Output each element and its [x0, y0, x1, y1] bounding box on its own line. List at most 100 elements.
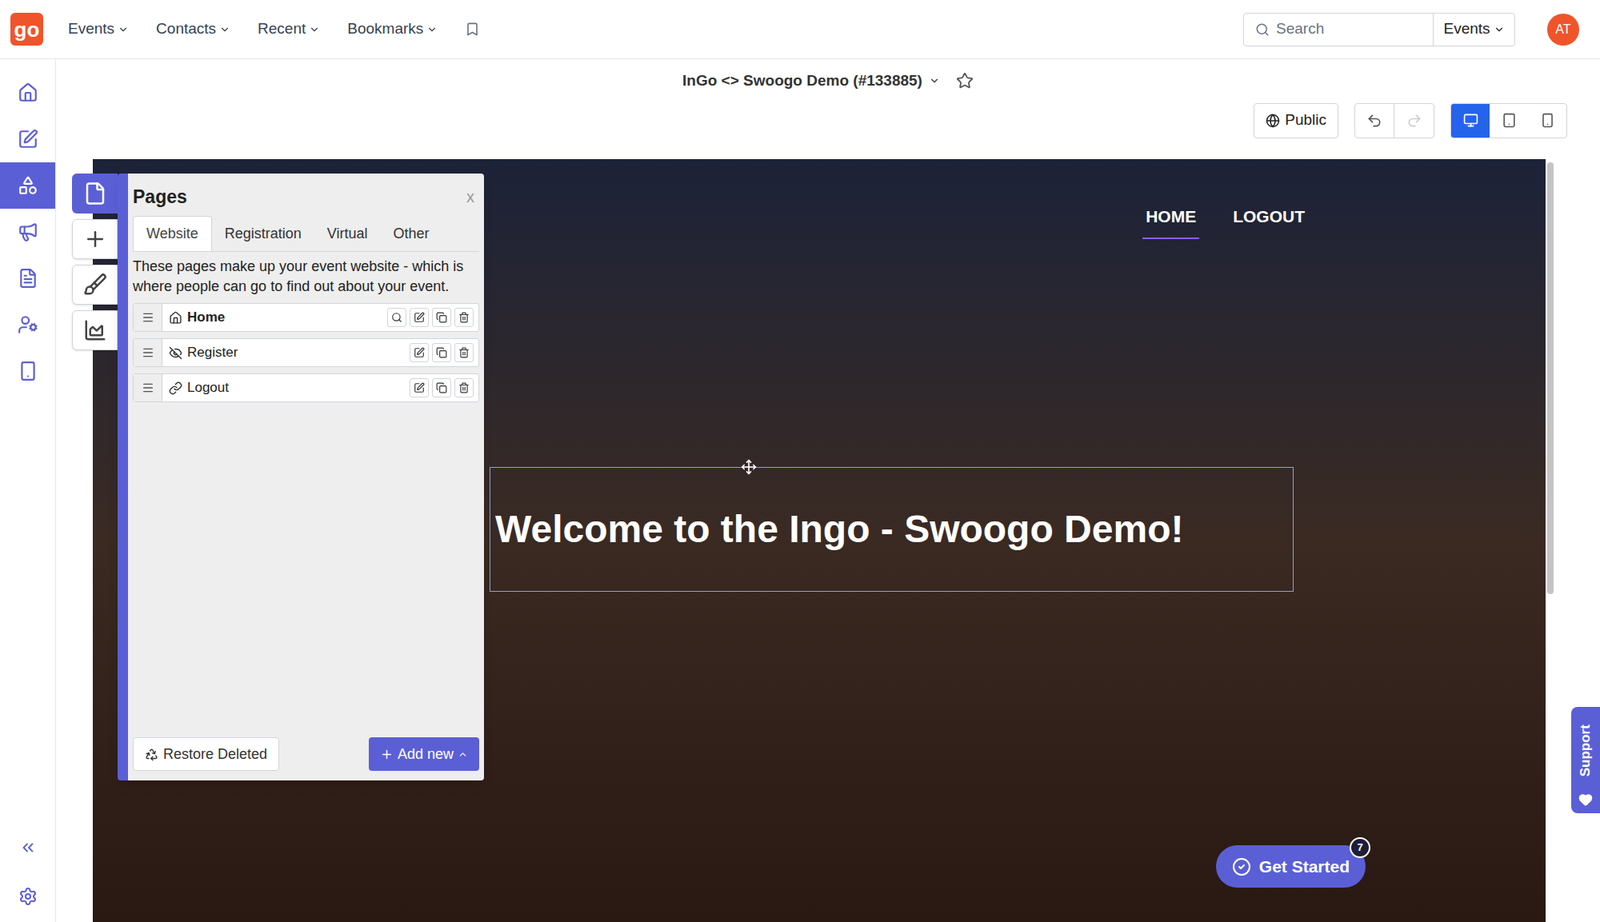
page-name[interactable]: Register: [187, 342, 238, 364]
panel-tool[interactable]: [72, 219, 118, 260]
tool-icon: [83, 318, 108, 343]
nav-menu[interactable]: Contacts: [156, 17, 231, 41]
page-action-button[interactable]: [432, 308, 452, 328]
globe-icon: [1265, 113, 1280, 128]
bookmark-icon[interactable]: [464, 21, 480, 37]
page-action-button[interactable]: [409, 308, 429, 328]
device-icon: [1540, 112, 1556, 128]
site-nav-item[interactable]: HOME: [1142, 204, 1200, 240]
panel-tab[interactable]: Other: [380, 216, 442, 252]
device-toggle[interactable]: [1489, 104, 1528, 138]
caret-icon: [457, 749, 468, 760]
page-kind-icon: [168, 381, 183, 396]
visibility-button[interactable]: Public: [1253, 103, 1339, 139]
app: go Events Contacts Recent Bookmarks Search Eve…: [0, 0, 1600, 922]
undo-icon: [1366, 112, 1383, 129]
page-action-button[interactable]: [432, 378, 452, 398]
page-action-button[interactable]: [387, 308, 407, 328]
panel-tab[interactable]: Website: [132, 216, 212, 252]
caret-icon: [308, 24, 320, 36]
add-new-button[interactable]: Add new: [368, 737, 480, 772]
close-button[interactable]: x: [466, 184, 475, 209]
top-bar: go Events Contacts Recent Bookmarks Search Eve…: [0, 0, 1600, 60]
drag-handle[interactable]: [133, 374, 163, 402]
sidebar-item[interactable]: [0, 162, 56, 209]
sidebar-icon: [17, 82, 39, 104]
panel-title: Pages: [132, 183, 188, 212]
drag-handle[interactable]: [133, 304, 163, 332]
scrollbar[interactable]: [1547, 159, 1556, 922]
pages-panel: Pages x WebsiteRegistrationVirtualOther The…: [72, 173, 484, 781]
sidebar-icon: [17, 314, 39, 336]
page-action-icon: [413, 312, 425, 324]
support-icon: [1578, 792, 1593, 808]
nav-menu[interactable]: Bookmarks: [347, 17, 438, 41]
caret-icon: [1493, 24, 1505, 36]
tool-icon: [83, 227, 108, 252]
redo-icon: [1406, 112, 1423, 129]
panel-tab[interactable]: Virtual: [314, 216, 381, 252]
get-started-button[interactable]: Get Started7: [1216, 845, 1366, 888]
search-scope[interactable]: Events: [1432, 13, 1515, 46]
sidebar-item[interactable]: [0, 116, 56, 163]
badge: 7: [1349, 837, 1371, 859]
support-tab[interactable]: Support: [1571, 707, 1600, 814]
nav-menu[interactable]: Recent: [257, 17, 320, 41]
support-label: Support: [1575, 724, 1596, 777]
collapse-icon[interactable]: [19, 839, 37, 857]
page-action-icon: [436, 312, 448, 324]
move-icon[interactable]: [740, 459, 757, 476]
undo-button[interactable]: [1355, 104, 1395, 138]
page-action-icon: [413, 347, 425, 359]
panel-description: These pages make up your event website -…: [132, 256, 480, 297]
panel-tool[interactable]: [72, 173, 118, 214]
page-action-icon: [458, 312, 470, 324]
page-action-icon: [413, 382, 425, 394]
nav-menu[interactable]: Events: [68, 17, 129, 41]
page-action-button[interactable]: [409, 343, 429, 363]
page-row[interactable]: Logout: [132, 373, 480, 403]
device-toggle[interactable]: [1528, 104, 1567, 138]
sidebar: [0, 59, 56, 922]
logo[interactable]: go: [10, 12, 44, 46]
sidebar-item[interactable]: [0, 255, 56, 302]
panel-tool[interactable]: [72, 310, 118, 351]
device-toggle[interactable]: [1451, 104, 1490, 138]
sidebar-item[interactable]: [0, 301, 56, 348]
panel-tab[interactable]: Registration: [212, 216, 315, 252]
panel-tool[interactable]: [72, 264, 118, 305]
caret-icon: [219, 24, 231, 36]
page-name[interactable]: Home: [187, 307, 225, 328]
star-icon[interactable]: [956, 72, 974, 90]
page-action-button[interactable]: [432, 343, 452, 363]
site-nav-item[interactable]: LOGOUT: [1229, 204, 1308, 240]
drag-icon: [141, 381, 155, 395]
page-action-button[interactable]: [409, 378, 429, 398]
page-row[interactable]: Register: [132, 338, 480, 368]
search-placeholder: Search: [1276, 17, 1324, 41]
tool-icon: [83, 272, 108, 297]
sidebar-item[interactable]: [0, 348, 56, 395]
drag-handle[interactable]: [133, 339, 163, 367]
page-action-button[interactable]: [454, 343, 474, 363]
page-action-button[interactable]: [454, 378, 474, 398]
sidebar-item[interactable]: [0, 69, 56, 116]
gear-icon[interactable]: [18, 887, 38, 907]
page-action-icon: [436, 347, 448, 359]
sidebar-icon: [17, 221, 39, 243]
drag-icon: [141, 346, 155, 360]
welcome-block[interactable]: Welcome to the Ingo - Swoogo Demo!: [489, 467, 1294, 592]
page-name[interactable]: Logout: [187, 377, 229, 399]
page-kind-icon: [168, 346, 183, 360]
sidebar-item[interactable]: [0, 208, 56, 256]
avatar[interactable]: AT: [1547, 13, 1580, 46]
event-title[interactable]: InGo <> Swoogo Demo (#133885): [682, 69, 923, 93]
search-box[interactable]: Search Events: [1243, 12, 1516, 47]
panel-tools: [72, 173, 118, 356]
restore-button[interactable]: Restore Deleted: [132, 737, 280, 772]
page-row[interactable]: Home: [132, 303, 480, 332]
page-action-icon: [458, 347, 470, 359]
redo-button[interactable]: [1394, 104, 1434, 138]
page-action-button[interactable]: [454, 308, 474, 328]
caret-icon[interactable]: [928, 75, 940, 87]
